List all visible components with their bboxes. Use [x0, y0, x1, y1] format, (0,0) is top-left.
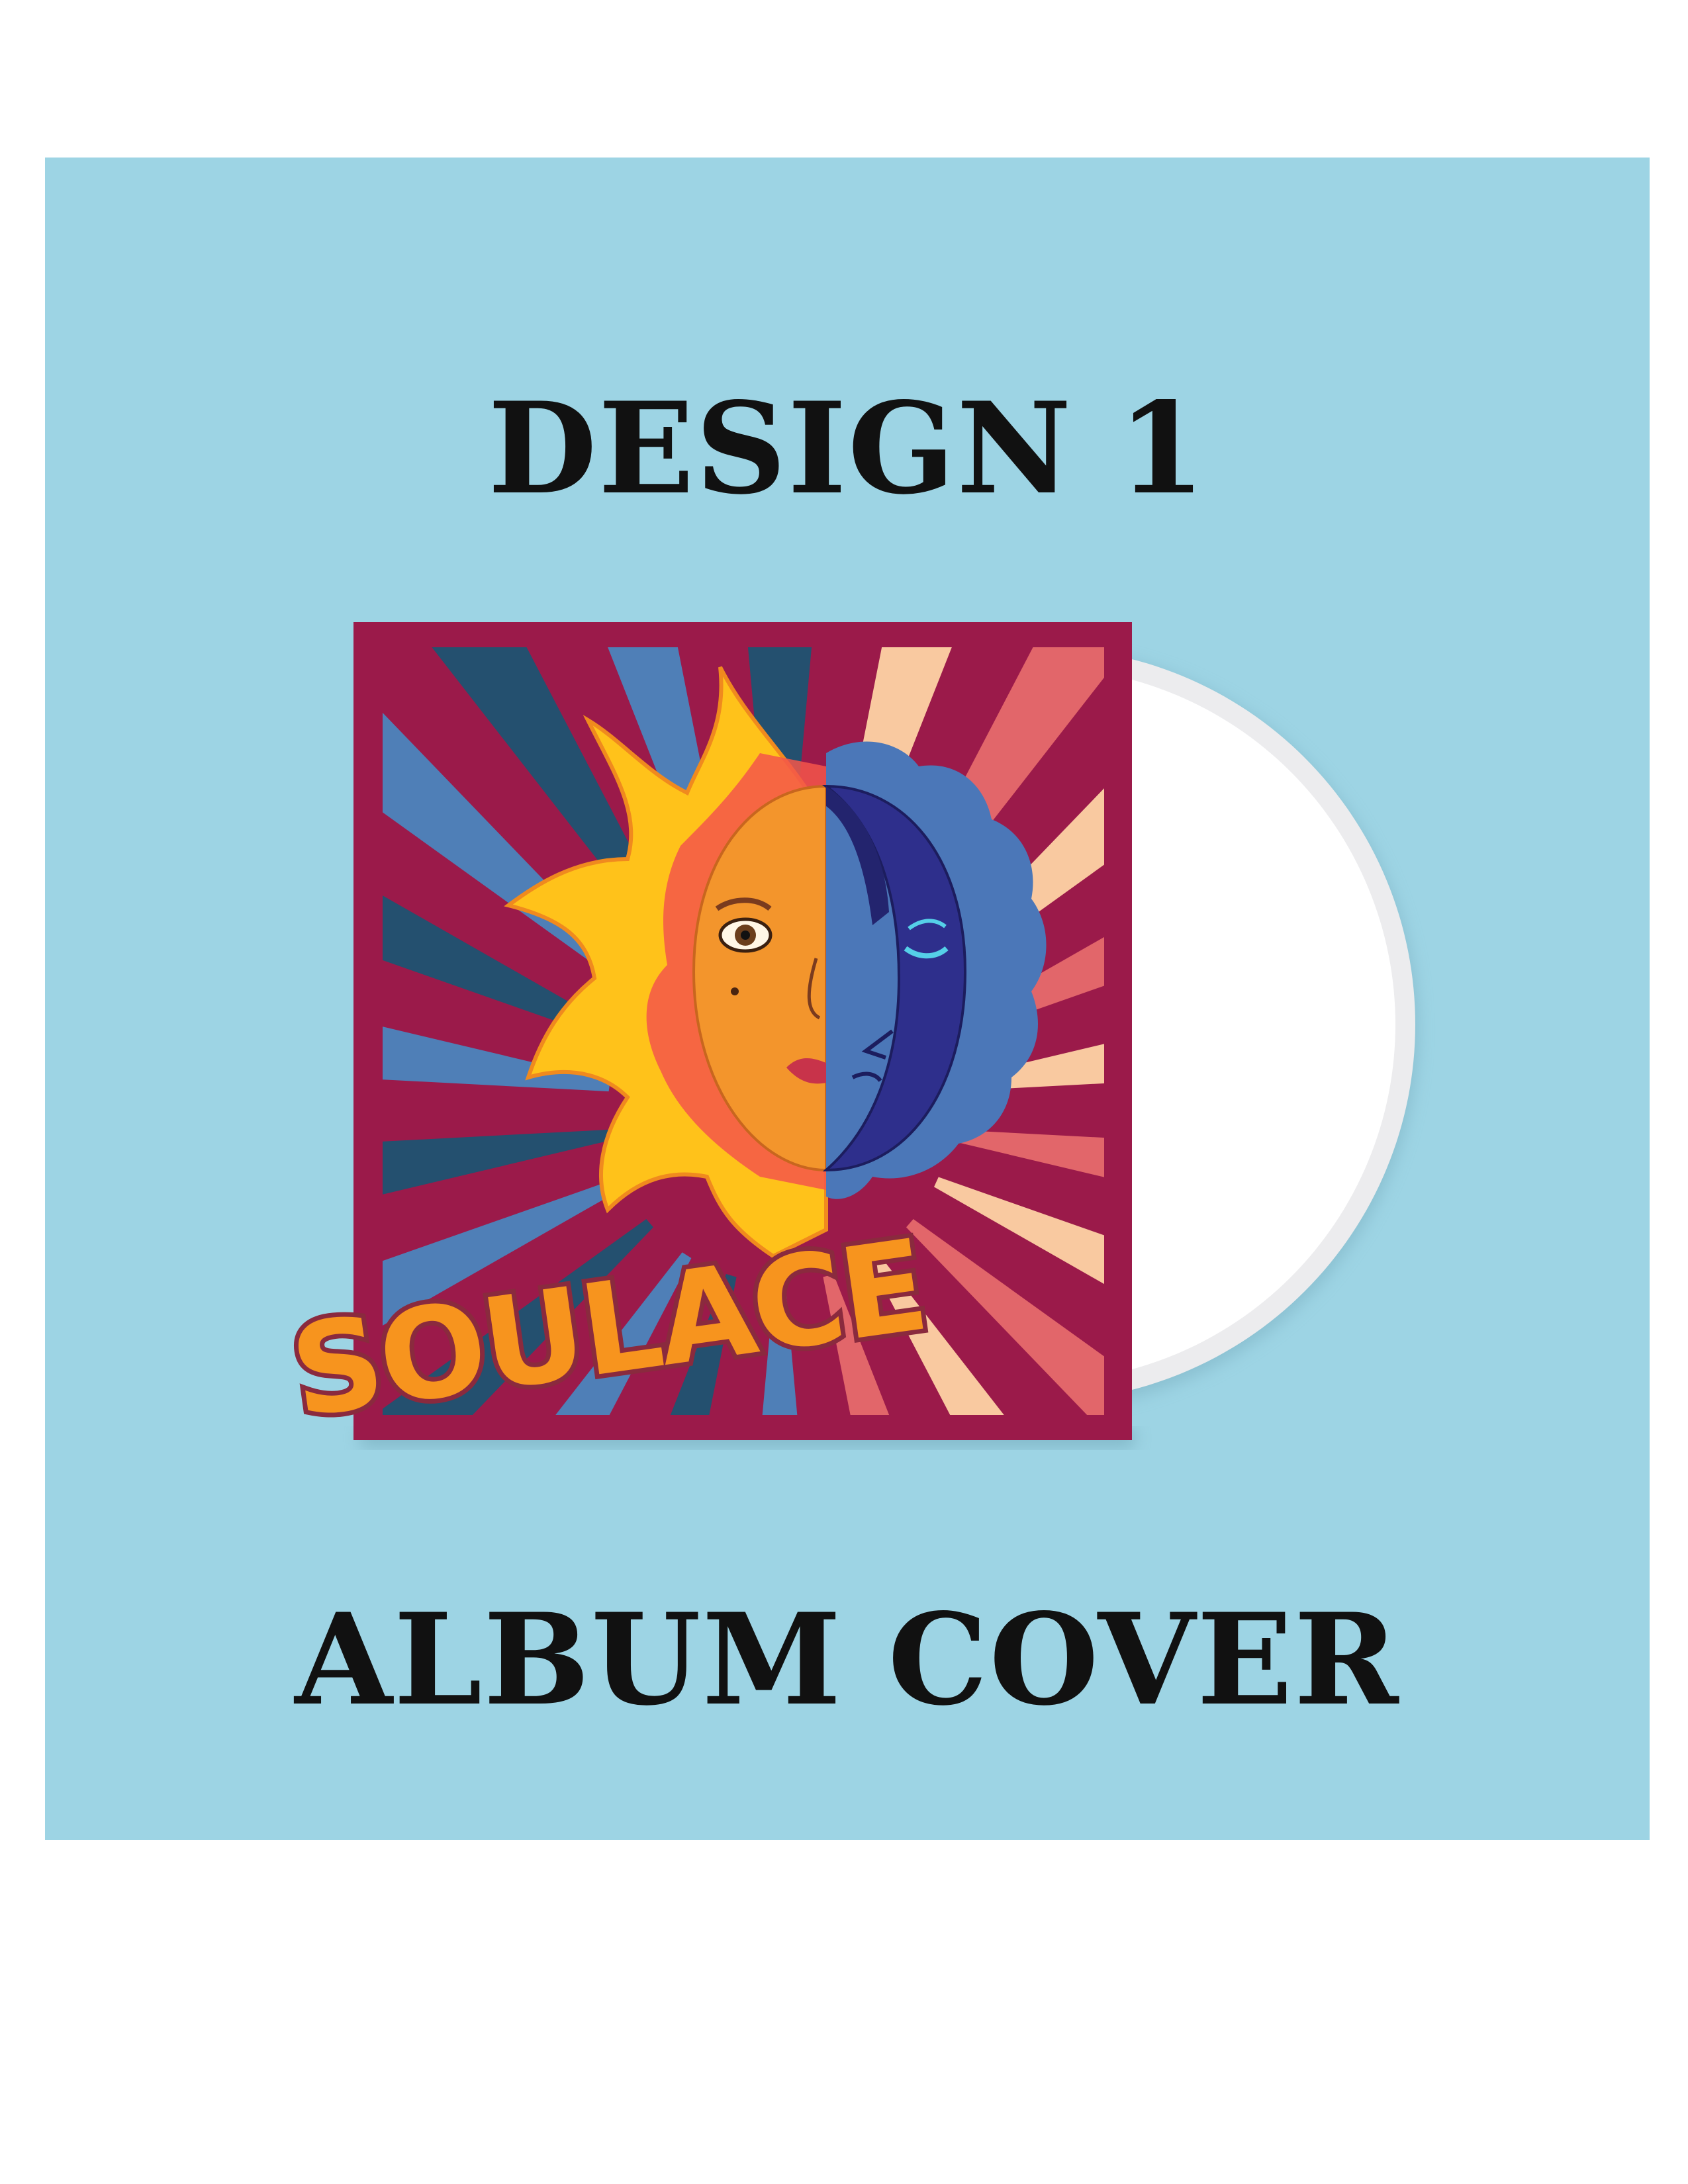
presentation-panel: DESIGN 1 SOULACE ALBUM COVER	[45, 158, 1650, 1840]
album-cover-title: ALBUM COVER	[295, 1586, 1400, 1733]
